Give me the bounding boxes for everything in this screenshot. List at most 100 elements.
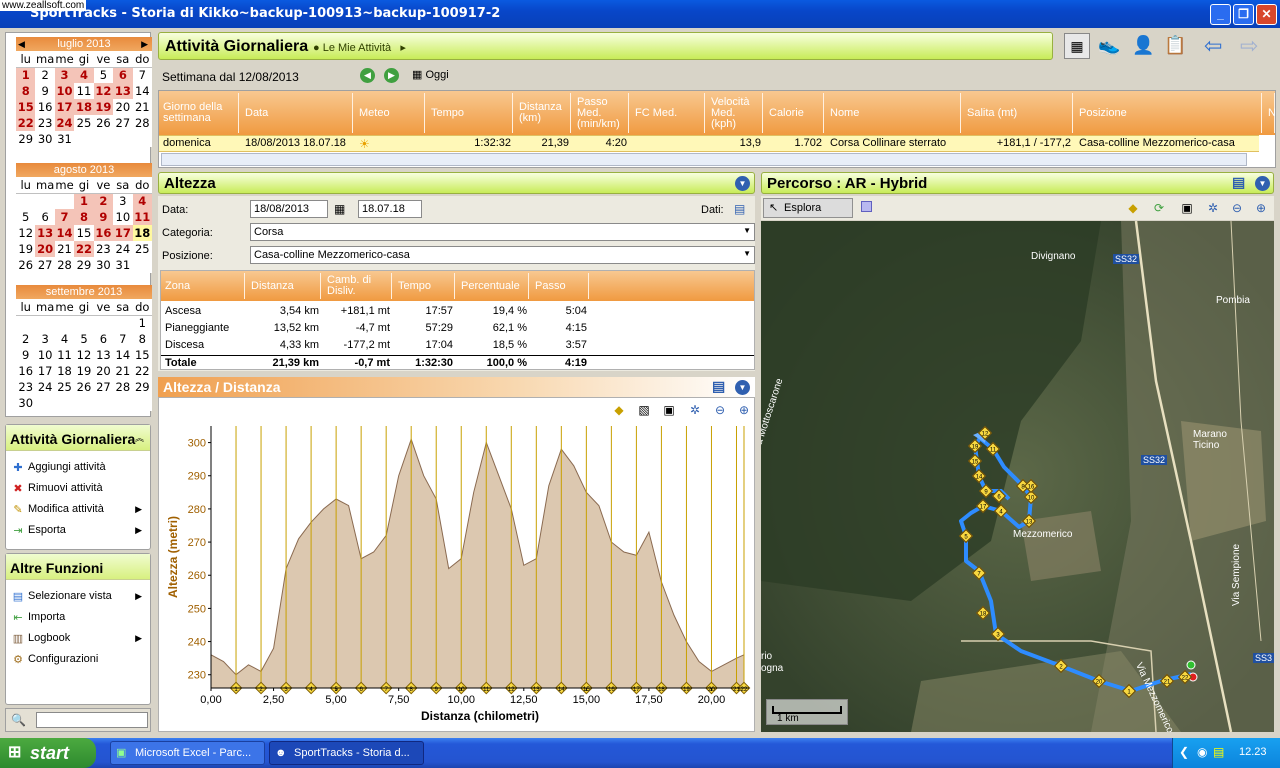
diamond-icon[interactable]: ◆ bbox=[1125, 200, 1141, 216]
calendar-day[interactable]: 4 bbox=[55, 331, 74, 347]
tray-icon[interactable]: ▤ bbox=[1213, 745, 1224, 759]
calendar-day[interactable]: 23 bbox=[35, 115, 54, 131]
calendar-day[interactable]: 11 bbox=[74, 83, 93, 99]
calendar-day[interactable]: 23 bbox=[94, 241, 113, 257]
calendar-day[interactable]: 16 bbox=[35, 99, 54, 115]
calendar-day[interactable]: 2 bbox=[93, 193, 114, 209]
back-icon[interactable]: ⇦ bbox=[1204, 33, 1222, 59]
calendar-day[interactable]: 31 bbox=[55, 131, 74, 147]
column-header[interactable]: Giorno della settimana bbox=[163, 93, 239, 133]
column-header[interactable]: Tempo bbox=[398, 273, 455, 299]
elevation-chart[interactable]: 1234567891011121314151617181920212223024… bbox=[159, 420, 756, 732]
calendar-day[interactable]: 12 bbox=[74, 347, 93, 363]
calendar-day[interactable]: 26 bbox=[16, 257, 35, 273]
calendar-day[interactable]: 3 bbox=[35, 331, 54, 347]
calendar-day[interactable]: 15 bbox=[16, 99, 36, 115]
column-header[interactable]: Distanza (km) bbox=[519, 93, 571, 133]
athlete-icon[interactable]: 👤 bbox=[1132, 35, 1154, 56]
calendar-day[interactable]: 14 bbox=[133, 83, 152, 99]
calendar-day[interactable]: 14 bbox=[54, 225, 75, 241]
collapse-icon[interactable]: ▼ bbox=[735, 176, 750, 191]
calendar-day[interactable]: 22 bbox=[16, 115, 36, 131]
calendar-day[interactable]: 18 bbox=[74, 99, 94, 115]
column-header[interactable]: Percentuale bbox=[461, 273, 529, 299]
sidebar-menu-item[interactable]: ▤ Selezionare vista ▶ bbox=[6, 586, 150, 607]
calendar-day[interactable]: 30 bbox=[16, 395, 35, 411]
sidebar-menu-item[interactable]: ⇤ Importa bbox=[6, 607, 150, 628]
calendar-day[interactable]: 5 bbox=[94, 67, 113, 83]
sidebar-menu-item[interactable]: ▥ Logbook ▶ bbox=[6, 628, 150, 649]
calendar-day[interactable]: 11 bbox=[55, 347, 74, 363]
column-header[interactable]: FC Med. bbox=[635, 93, 705, 133]
column-header[interactable]: Posizione bbox=[1079, 93, 1262, 133]
calendar-day[interactable]: 20 bbox=[113, 99, 132, 115]
calendar-day[interactable]: 24 bbox=[113, 241, 132, 257]
calendar-day[interactable]: 27 bbox=[35, 257, 54, 273]
shoe-icon[interactable]: 👟 bbox=[1098, 35, 1120, 56]
tray-expand-icon[interactable]: ❮ bbox=[1179, 745, 1189, 759]
calendar-day[interactable]: 25 bbox=[133, 241, 152, 257]
zoom-out-icon[interactable]: ⊖ bbox=[712, 402, 728, 418]
calendar-day[interactable]: 30 bbox=[35, 131, 54, 147]
calendar-day[interactable]: 7 bbox=[54, 209, 75, 225]
start-button[interactable]: ⊞ start bbox=[0, 738, 96, 768]
calendar-day[interactable]: 1 bbox=[74, 193, 94, 209]
collapse-icon[interactable]: ︽ bbox=[135, 431, 144, 444]
calendar-day[interactable]: 23 bbox=[16, 379, 35, 395]
calendar-day[interactable]: 19 bbox=[93, 99, 114, 115]
calendar-day[interactable]: 24 bbox=[54, 115, 75, 131]
sidebar-menu-item[interactable]: ✎ Modifica attività ▶ bbox=[6, 499, 150, 520]
zoom-out-icon[interactable]: ⊖ bbox=[1229, 200, 1245, 216]
save-icon[interactable]: ▣ bbox=[661, 402, 677, 418]
calendar-day[interactable]: 1 bbox=[133, 315, 152, 331]
calendar-day[interactable]: 26 bbox=[74, 379, 93, 395]
calendar-day[interactable]: 10 bbox=[113, 209, 132, 225]
calendar-day[interactable]: 28 bbox=[133, 115, 152, 131]
close-button[interactable]: ✕ bbox=[1256, 4, 1277, 25]
collapse-icon[interactable]: ▼ bbox=[735, 380, 750, 395]
calendar-day[interactable]: 17 bbox=[35, 363, 54, 379]
calendar-day[interactable]: 18 bbox=[132, 225, 152, 241]
date-field[interactable]: 18/08/2013 bbox=[250, 200, 328, 218]
calendar-day[interactable]: 13 bbox=[35, 225, 55, 241]
column-header[interactable]: No bbox=[1268, 93, 1275, 133]
calendar-day[interactable]: 8 bbox=[74, 209, 94, 225]
calendar-day[interactable]: 6 bbox=[113, 67, 133, 83]
calendar-day[interactable]: 13 bbox=[94, 347, 113, 363]
column-header[interactable]: Camb. di Disliv. bbox=[327, 273, 392, 299]
column-header[interactable]: Meteo bbox=[359, 93, 425, 133]
calendar-day[interactable]: 13 bbox=[113, 83, 133, 99]
diamond-icon[interactable]: ◆ bbox=[611, 402, 627, 418]
table-row[interactable]: domenica 18/08/2013 18.07.18 ☀ 1:32:32 21,39… bbox=[159, 135, 1259, 152]
calendar-day[interactable]: 15 bbox=[133, 347, 152, 363]
layout-icon[interactable]: ▤ bbox=[1232, 174, 1245, 191]
sidebar-menu-item[interactable]: ✚ Aggiungi attività bbox=[6, 457, 150, 478]
taskbar-item-sporttracks[interactable]: ☻ SportTracks - Storia d... bbox=[269, 741, 424, 765]
calendar-day[interactable]: 2 bbox=[16, 331, 35, 347]
map-view[interactable]: 1 2 3 4 5 6 7 8 9 10 11 12 13 14 15 16 17 18 19 20 21 22 Divi… bbox=[761, 221, 1274, 732]
calendar-day[interactable]: 8 bbox=[133, 331, 152, 347]
column-header[interactable]: Distanza bbox=[251, 273, 321, 299]
column-header[interactable]: Velocità Med. (kph) bbox=[711, 93, 763, 133]
calendar-day[interactable]: 22 bbox=[74, 241, 94, 257]
calendar-day[interactable]: 10 bbox=[54, 83, 75, 99]
calendar-day[interactable]: 27 bbox=[113, 115, 132, 131]
calendar-day[interactable]: 19 bbox=[74, 363, 93, 379]
gear-icon[interactable]: ✲ bbox=[687, 402, 703, 418]
calendar-day[interactable]: 11 bbox=[132, 209, 152, 225]
data-menu-icon[interactable]: ▤ bbox=[734, 202, 745, 216]
calendar-day[interactable]: 27 bbox=[94, 379, 113, 395]
calendar-day[interactable]: 9 bbox=[93, 209, 114, 225]
calendar-day[interactable]: 4 bbox=[74, 67, 94, 83]
gear-icon[interactable]: ✲ bbox=[1205, 200, 1221, 216]
calendar-day[interactable]: 29 bbox=[133, 379, 152, 395]
calendar-day[interactable]: 15 bbox=[74, 225, 93, 241]
calendar-day[interactable]: 5 bbox=[74, 331, 93, 347]
calendar-day[interactable]: 16 bbox=[16, 363, 35, 379]
calendar-day[interactable]: 9 bbox=[35, 83, 54, 99]
calendar-view-icon[interactable]: ▦ bbox=[1064, 33, 1090, 59]
calendar-day[interactable]: 7 bbox=[133, 67, 152, 83]
calendar-day[interactable]: 16 bbox=[93, 225, 114, 241]
minimize-button[interactable]: _ bbox=[1210, 4, 1231, 25]
refresh-icon[interactable]: ⟳ bbox=[1151, 200, 1167, 216]
